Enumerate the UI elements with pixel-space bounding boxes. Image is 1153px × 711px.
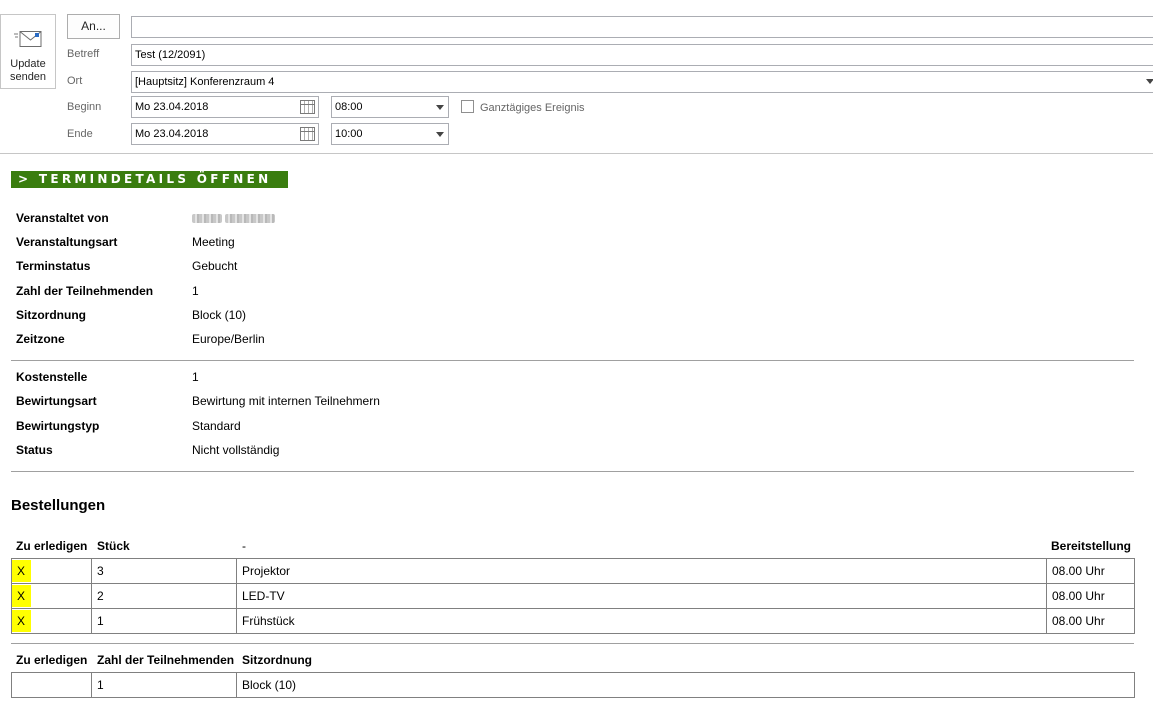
catering-row-cost-center: Kostenstelle 1 [16, 369, 536, 385]
detail-value: Block (10) [192, 308, 247, 322]
order-time-cell: 08.00 Uhr [1046, 583, 1135, 609]
end-date-value: Mo 23.04.2018 [135, 128, 209, 140]
catering-value: Bewirtung mit internen Teilnehmern [192, 394, 380, 408]
order-qty-cell: 2 [91, 583, 237, 609]
orders-header-provision: Bereitstellung [1051, 539, 1132, 553]
start-time-dropdown-arrow-icon[interactable] [436, 105, 444, 110]
table-row: X 2 LED-TV 08.00 Uhr [11, 583, 1135, 609]
start-date-value: Mo 23.04.2018 [135, 101, 209, 113]
start-time-value: 08:00 [335, 101, 363, 113]
location-dropdown-arrow-icon[interactable] [1146, 79, 1153, 84]
catering-value: Standard [192, 419, 241, 433]
subject-field[interactable]: Test (12/2091) [131, 44, 1153, 66]
order-todo-cell: X [11, 558, 92, 584]
detail-key: Zeitzone [16, 332, 65, 346]
seating-participants-cell: 1 [91, 672, 237, 698]
order-item-cell: Frühstück [236, 608, 1047, 634]
seating-header-participants: Zahl der Teilnehmenden [97, 653, 235, 667]
orders-title: Bestellungen [11, 497, 106, 514]
catering-row-kind: Bewirtungsart Bewirtung mit internen Tei… [16, 393, 536, 409]
table-row: X 3 Projektor 08.00 Uhr [11, 558, 1135, 584]
orders-header-todo: Zu erledigen [16, 539, 88, 553]
seating-todo-cell [11, 672, 92, 698]
allday-label: Ganztägiges Ereignis [480, 102, 585, 114]
organizer-redacted [192, 210, 276, 226]
order-item-cell: LED-TV [236, 583, 1047, 609]
detail-key: Veranstaltungsart [16, 235, 118, 249]
start-label: Beginn [67, 101, 102, 113]
location-value: [Hauptsitz] Konferenzraum 4 [135, 76, 275, 88]
detail-row-status: Terminstatus Gebucht [16, 258, 536, 274]
calendar-icon[interactable] [300, 127, 315, 141]
orders-header-qty: Stück [97, 539, 130, 553]
catering-value: 1 [192, 370, 199, 384]
catering-key: Kostenstelle [16, 370, 88, 384]
allday-checkbox[interactable] [461, 100, 474, 113]
open-details-banner[interactable]: > TERMINDETAILS ÖFFNEN [11, 171, 288, 188]
to-field[interactable] [131, 16, 1153, 38]
send-update-button[interactable]: Update senden [0, 14, 56, 89]
end-time-field[interactable]: 10:00 [331, 123, 449, 145]
detail-row-participants: Zahl der Teilnehmenden 1 [16, 283, 536, 299]
order-item-cell: Projektor [236, 558, 1047, 584]
allday-option[interactable]: Ganztägiges Ereignis [461, 100, 585, 114]
catering-row-status: Status Nicht vollständig [16, 442, 536, 458]
catering-key: Bewirtungsart [16, 394, 97, 408]
appointment-header: Update senden An... Betreff Test (12/209… [0, 0, 1153, 154]
end-date-field[interactable]: Mo 23.04.2018 [131, 123, 319, 145]
order-qty-cell: 1 [91, 608, 237, 634]
start-time-field[interactable]: 08:00 [331, 96, 449, 118]
start-date-field[interactable]: Mo 23.04.2018 [131, 96, 319, 118]
todo-marker: X [12, 560, 32, 582]
order-todo-cell: X [11, 583, 92, 609]
end-time-value: 10:00 [335, 128, 363, 140]
divider [11, 643, 1134, 644]
end-time-dropdown-arrow-icon[interactable] [436, 132, 444, 137]
location-label: Ort [67, 75, 83, 87]
divider [11, 360, 1134, 361]
orders-table: X 3 Projektor 08.00 Uhr X 2 LED-TV 08.00… [11, 558, 1135, 634]
detail-row-seating: Sitzordnung Block (10) [16, 307, 536, 323]
order-time-cell: 08.00 Uhr [1046, 558, 1135, 584]
order-todo-cell: X [11, 608, 92, 634]
to-button[interactable]: An... [67, 14, 120, 39]
order-qty-cell: 3 [91, 558, 237, 584]
calendar-icon[interactable] [300, 100, 315, 114]
seating-header-seating: Sitzordnung [242, 653, 312, 667]
detail-value: Europe/Berlin [192, 332, 265, 346]
catering-value: Nicht vollständig [192, 443, 280, 457]
detail-value: Gebucht [192, 259, 238, 273]
envelope-send-icon [14, 31, 42, 47]
detail-row-event-type: Veranstaltungsart Meeting [16, 234, 536, 250]
detail-key: Veranstaltet von [16, 211, 109, 225]
detail-key: Zahl der Teilnehmenden [16, 284, 154, 298]
todo-marker: X [12, 585, 32, 607]
orders-header-item: - [242, 539, 246, 553]
table-row: X 1 Frühstück 08.00 Uhr [11, 608, 1135, 634]
todo-marker: X [12, 610, 32, 632]
detail-row-timezone: Zeitzone Europe/Berlin [16, 331, 536, 347]
divider [11, 471, 1134, 472]
location-field[interactable]: [Hauptsitz] Konferenzraum 4 [131, 71, 1153, 93]
detail-row-organizer: Veranstaltet von [16, 210, 536, 226]
catering-key: Bewirtungstyp [16, 419, 100, 433]
detail-key: Sitzordnung [16, 308, 86, 322]
detail-key: Terminstatus [16, 259, 91, 273]
seating-header-todo: Zu erledigen [16, 653, 88, 667]
table-row: 1 Block (10) [11, 672, 1135, 698]
catering-row-type: Bewirtungstyp Standard [16, 418, 536, 434]
seating-value-cell: Block (10) [236, 672, 1135, 698]
end-label: Ende [67, 128, 93, 140]
detail-value: Meeting [192, 235, 235, 249]
catering-key: Status [16, 443, 53, 457]
send-update-label: Update senden [9, 58, 47, 83]
detail-value: 1 [192, 284, 199, 298]
seating-table: 1 Block (10) [11, 672, 1135, 698]
order-time-cell: 08.00 Uhr [1046, 608, 1135, 634]
subject-label: Betreff [67, 48, 100, 60]
